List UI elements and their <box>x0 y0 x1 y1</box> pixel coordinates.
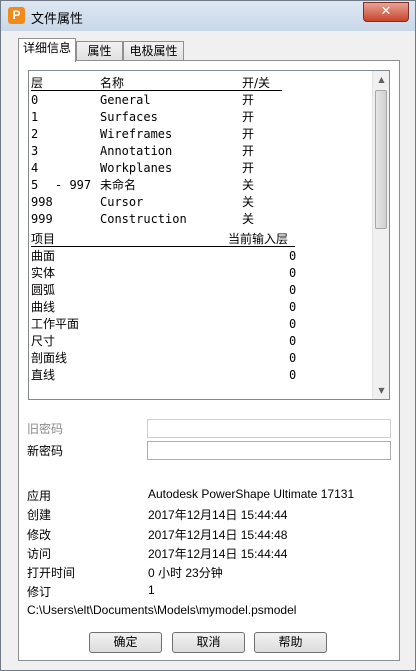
input-level-value: 0 <box>289 283 297 297</box>
levels-header-underline <box>31 90 282 91</box>
input-level-item: 工作平面 <box>31 317 80 331</box>
created-label: 创建 <box>27 508 52 522</box>
input-level-item: 剖面线 <box>31 351 68 365</box>
level-state: 开 <box>242 127 255 141</box>
cancel-button[interactable]: 取消 <box>172 632 245 653</box>
help-button[interactable]: 帮助 <box>254 632 327 653</box>
levels-listbox[interactable]: 层 名称 开/关 0 General 开 1 Surfaces 开 2 Wireframes 开… <box>28 70 390 400</box>
level-state: 开 <box>242 144 255 158</box>
file-properties-dialog: P 文件属性 ✕ 详细信息 属性 电极属性 层 名称 开/关 0 General 开… <box>0 0 416 671</box>
modified-value: 2017年12月14日 15:44:48 <box>148 528 288 542</box>
ok-button[interactable]: 确定 <box>89 632 162 653</box>
scrollbar-thumb[interactable] <box>375 90 387 229</box>
level-name: Surfaces <box>100 110 158 124</box>
level-state: 关 <box>242 195 255 209</box>
input-level-value: 0 <box>289 368 297 382</box>
close-button[interactable]: ✕ <box>363 2 409 22</box>
level-name: Workplanes <box>100 161 173 175</box>
input-level-item: 尺寸 <box>31 334 56 348</box>
tab-attributes[interactable]: 属性 <box>76 41 123 61</box>
revision-label: 修订 <box>27 585 52 599</box>
input-level-item: 实体 <box>31 266 56 280</box>
new-password-label: 新密码 <box>27 444 64 458</box>
old-password-field[interactable] <box>147 419 391 438</box>
level-number: 2 <box>31 127 39 141</box>
level-name: General <box>100 93 151 107</box>
level-number: 0 <box>31 93 39 107</box>
level-number: 3 <box>31 144 39 158</box>
input-level-value: 0 <box>289 266 297 280</box>
level-number: 998 <box>31 195 53 209</box>
levels-vertical-scrollbar[interactable]: ▲ ▼ <box>372 71 389 399</box>
input-level-item: 曲线 <box>31 300 56 314</box>
new-password-field[interactable] <box>147 441 391 460</box>
old-password-label: 旧密码 <box>27 422 64 436</box>
input-level-value: 0 <box>289 249 297 263</box>
input-level-item: 曲面 <box>31 249 56 263</box>
level-state: 开 <box>242 93 255 107</box>
input-level-item: 圆弧 <box>31 283 56 297</box>
level-state: 关 <box>242 178 255 192</box>
input-level-value: 0 <box>289 300 297 314</box>
input-levels-header-underline <box>31 246 295 247</box>
level-name: Cursor <box>100 195 144 209</box>
level-number: 5 <box>31 178 39 192</box>
file-path: C:\Users\elt\Documents\Models\mymodel.ps… <box>27 603 297 617</box>
input-level-value: 0 <box>289 334 297 348</box>
window-title: 文件属性 <box>31 12 84 27</box>
level-state: 开 <box>242 110 255 124</box>
level-name: Annotation <box>100 144 173 158</box>
scroll-down-icon[interactable]: ▼ <box>373 382 389 399</box>
tab-electrode-attributes[interactable]: 电极属性 <box>123 41 184 61</box>
level-range-end: - 997 <box>55 178 92 192</box>
revision-value: 1 <box>148 583 155 597</box>
close-icon: ✕ <box>380 4 392 19</box>
modified-label: 修改 <box>27 528 52 542</box>
level-name: 未命名 <box>100 178 137 192</box>
accessed-label: 访问 <box>27 547 52 561</box>
accessed-value: 2017年12月14日 15:44:44 <box>148 547 288 561</box>
details-panel: 层 名称 开/关 0 General 开 1 Surfaces 开 2 Wireframes 开… <box>18 60 400 661</box>
level-number: 1 <box>31 110 39 124</box>
scroll-up-icon[interactable]: ▲ <box>373 71 389 88</box>
input-level-value: 0 <box>289 317 297 331</box>
level-name: Wireframes <box>100 127 173 141</box>
title-bar: P 文件属性 ✕ <box>1 1 415 31</box>
level-number: 999 <box>31 212 53 226</box>
created-value: 2017年12月14日 15:44:44 <box>148 508 288 522</box>
level-state: 关 <box>242 212 255 226</box>
open-time-value: 0 小时 23分钟 <box>148 566 223 580</box>
level-number: 4 <box>31 161 39 175</box>
level-state: 开 <box>242 161 255 175</box>
application-label: 应用 <box>27 489 52 503</box>
input-level-value: 0 <box>289 351 297 365</box>
powershape-app-icon: P <box>8 7 25 24</box>
open-time-label: 打开时间 <box>27 566 76 580</box>
tab-details[interactable]: 详细信息 <box>18 38 76 62</box>
application-value: Autodesk PowerShape Ultimate 17131 <box>148 487 355 501</box>
input-level-item: 直线 <box>31 368 56 382</box>
level-name: Construction <box>100 212 187 226</box>
